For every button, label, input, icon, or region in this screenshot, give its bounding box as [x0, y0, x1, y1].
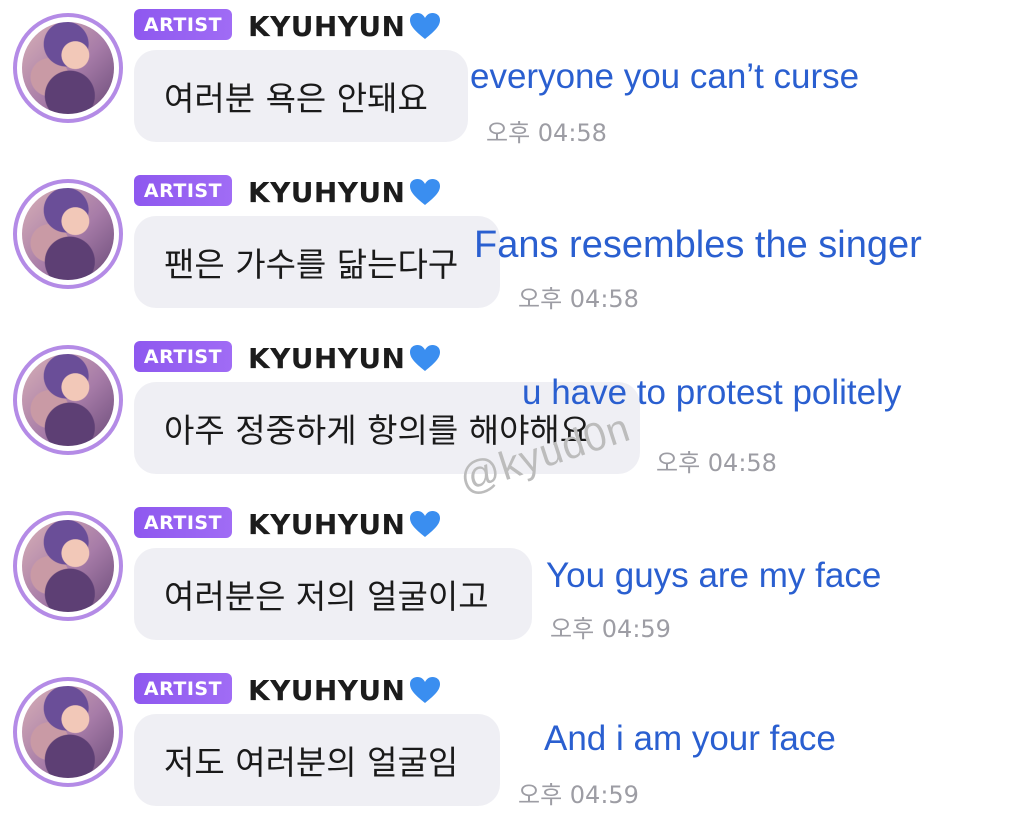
translation-text: Fans resembles the singer	[474, 224, 922, 266]
message-text: 저도 여러분의 얼굴임	[164, 743, 459, 782]
sender-name-row: KYUHYUN	[248, 672, 441, 708]
artist-badge: ARTIST	[134, 175, 232, 206]
message-bubble[interactable]: 여러분은 저의 얼굴이고	[134, 548, 532, 640]
sender-name: KYUHYUN	[248, 507, 406, 541]
message-text: 여러분은 저의 얼굴이고	[164, 577, 489, 616]
artist-badge: ARTIST	[134, 9, 232, 40]
sender-name: KYUHYUN	[248, 341, 406, 375]
sender-name: KYUHYUN	[248, 9, 406, 43]
sender-name: KYUHYUN	[248, 673, 406, 707]
translation-text: u have to protest politely	[522, 373, 902, 412]
blue-heart-icon	[410, 13, 441, 39]
avatar[interactable]	[13, 179, 123, 289]
sender-name-row: KYUHYUN	[248, 8, 441, 44]
chat-message: ARTIST KYUHYUN 저도 여러분의 얼굴임 오후 04:59 And …	[0, 664, 1024, 830]
avatar-photo	[22, 520, 114, 612]
avatar-photo	[22, 22, 114, 114]
translation-text: And i am your face	[544, 719, 836, 758]
avatar-photo	[22, 686, 114, 778]
chat-message: ARTIST KYUHYUN 여러분 욕은 안돼요 오후 04:58 every…	[0, 0, 1024, 166]
avatar[interactable]	[13, 677, 123, 787]
translation-text: You guys are my face	[546, 556, 882, 595]
message-bubble[interactable]: 여러분 욕은 안돼요	[134, 50, 468, 142]
message-text: 팬은 가수를 닮는다구	[164, 245, 459, 284]
avatar[interactable]	[13, 511, 123, 621]
artist-badge: ARTIST	[134, 673, 232, 704]
message-bubble[interactable]: 저도 여러분의 얼굴임	[134, 714, 500, 806]
translation-text: everyone you can’t curse	[470, 57, 860, 96]
blue-heart-icon	[410, 677, 441, 703]
chat-message: ARTIST KYUHYUN 여러분은 저의 얼굴이고 오후 04:59 You…	[0, 498, 1024, 664]
sender-name: KYUHYUN	[248, 175, 406, 209]
sender-name-row: KYUHYUN	[248, 174, 441, 210]
blue-heart-icon	[410, 511, 441, 537]
avatar-photo	[22, 188, 114, 280]
avatar-photo	[22, 354, 114, 446]
artist-badge: ARTIST	[134, 507, 232, 538]
message-time: 오후 04:58	[518, 285, 639, 313]
artist-badge: ARTIST	[134, 341, 232, 372]
avatar[interactable]	[13, 345, 123, 455]
message-text: 여러분 욕은 안돼요	[164, 79, 428, 118]
chat-message: ARTIST KYUHYUN 팬은 가수를 닮는다구 오후 04:58 Fans…	[0, 166, 1024, 332]
avatar[interactable]	[13, 13, 123, 123]
sender-name-row: KYUHYUN	[248, 506, 441, 542]
message-time: 오후 04:58	[486, 119, 607, 147]
blue-heart-icon	[410, 179, 441, 205]
message-time: 오후 04:59	[550, 615, 671, 643]
sender-name-row: KYUHYUN	[248, 340, 441, 376]
message-time: 오후 04:58	[656, 449, 777, 477]
message-bubble[interactable]: 팬은 가수를 닮는다구	[134, 216, 500, 308]
message-time: 오후 04:59	[518, 781, 639, 809]
blue-heart-icon	[410, 345, 441, 371]
